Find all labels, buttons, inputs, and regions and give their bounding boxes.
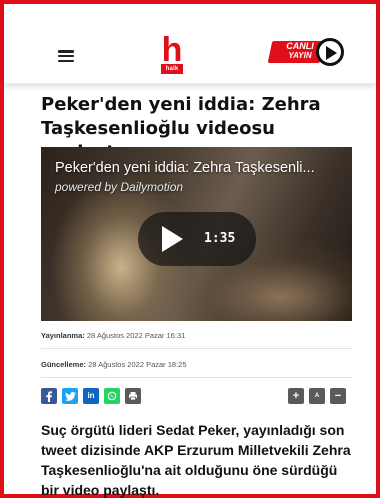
twitter-icon xyxy=(64,391,76,401)
video-provider: powered by Dailymotion xyxy=(55,180,184,194)
video-duration: 1:35 xyxy=(204,231,236,246)
updated-label: Güncelleme: xyxy=(41,360,87,369)
site-logo[interactable]: h halk xyxy=(158,31,186,75)
video-play-button[interactable]: 1:35 xyxy=(138,212,256,266)
play-circle-icon xyxy=(316,38,344,66)
video-title[interactable]: Peker'den yeni iddia: Zehra Taşkesenli..… xyxy=(55,159,345,177)
article-lead: Suç örgütü lideri Sedat Peker, yayınladı… xyxy=(41,422,351,498)
divider xyxy=(41,377,352,378)
published-date: Yayınlanma: 28 Ağustos 2022 Pazar 16:31 xyxy=(41,331,185,341)
increase-font-button[interactable]: + xyxy=(288,388,304,404)
font-size-button[interactable]: A xyxy=(309,388,325,404)
updated-value: 28 Ağustos 2022 Pazar 18:25 xyxy=(88,360,187,369)
whatsapp-icon xyxy=(107,391,117,401)
share-twitter-button[interactable] xyxy=(62,388,78,404)
live-broadcast-button[interactable]: CANLI YAYIN xyxy=(267,36,346,68)
linkedin-icon: in xyxy=(87,391,95,400)
logo-subtext: halk xyxy=(161,64,183,74)
facebook-icon xyxy=(46,390,53,402)
text-size-tools: + A − xyxy=(288,388,346,404)
share-facebook-button[interactable] xyxy=(41,388,57,404)
share-whatsapp-button[interactable] xyxy=(104,388,120,404)
share-linkedin-button[interactable]: in xyxy=(83,388,99,404)
print-icon xyxy=(129,392,137,401)
menu-icon[interactable] xyxy=(58,50,74,62)
font-icon: A xyxy=(314,393,320,399)
decrease-font-button[interactable]: − xyxy=(330,388,346,404)
site-header: h halk CANLI YAYIN xyxy=(4,4,376,84)
share-buttons: in xyxy=(41,388,141,404)
play-icon xyxy=(162,226,183,252)
print-button[interactable] xyxy=(125,388,141,404)
published-label: Yayınlanma: xyxy=(41,331,85,340)
divider xyxy=(41,348,352,349)
published-value: 28 Ağustos 2022 Pazar 16:31 xyxy=(86,331,186,340)
video-player[interactable]: Peker'den yeni iddia: Zehra Taşkesenli..… xyxy=(41,147,352,321)
updated-date: Güncelleme: 28 Ağustos 2022 Pazar 18:25 xyxy=(41,360,187,370)
